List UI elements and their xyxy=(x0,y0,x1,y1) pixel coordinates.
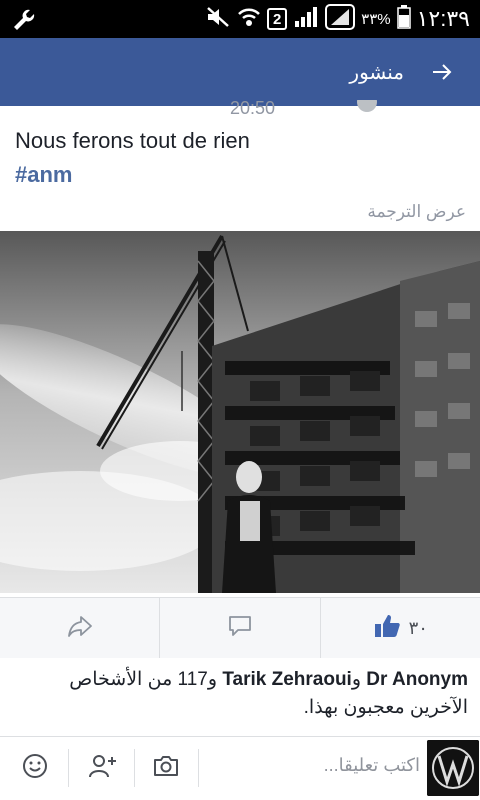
signal-outline-icon xyxy=(325,3,356,35)
wrench-icon xyxy=(8,5,36,38)
status-bar: 2 ٣٣% ١٢:٣٩ xyxy=(0,0,480,38)
like-count: ٣٠ xyxy=(408,617,428,638)
comment-button[interactable] xyxy=(160,598,321,658)
battery-icon xyxy=(396,4,411,34)
wifi-icon xyxy=(237,5,261,34)
emoji-icon[interactable] xyxy=(22,753,48,784)
arrow-right-icon[interactable] xyxy=(430,60,454,89)
globe-icon xyxy=(356,92,378,119)
comment-input[interactable] xyxy=(230,755,420,776)
likes-summary[interactable]: Dr Anonym وTarik Zehraoui و117 من الأشخا… xyxy=(0,658,480,732)
separator xyxy=(134,749,135,787)
separator xyxy=(68,749,69,787)
page-title: منشور xyxy=(349,62,404,84)
see-translation-link[interactable]: عرض الترجمة xyxy=(367,202,466,222)
camera-icon[interactable] xyxy=(152,753,180,784)
post-actions: ٣٠ xyxy=(0,598,480,658)
likes-connector: و xyxy=(351,669,362,690)
like-icon xyxy=(373,613,401,644)
post-text: Nous ferons tout de rien xyxy=(15,128,250,153)
like-button[interactable]: ٣٠ xyxy=(321,598,480,658)
post-timestamp: 20:50 xyxy=(230,98,276,118)
comment-icon xyxy=(227,613,253,644)
facebook-post-screen: 2 ٣٣% ١٢:٣٩ منشور 20:50 Nous ferons tout… xyxy=(0,0,480,800)
share-icon xyxy=(67,614,93,643)
clock: ١٢:٣٩ xyxy=(416,6,470,31)
battery-percent: ٣٣% xyxy=(361,11,391,28)
comment-composer xyxy=(0,736,480,800)
hashtag-link[interactable]: #anm xyxy=(15,162,72,188)
avatar-icon xyxy=(427,740,479,796)
mute-icon xyxy=(205,5,231,34)
separator xyxy=(198,749,199,787)
sim-slot-badge: 2 xyxy=(267,8,288,30)
post-photo[interactable] xyxy=(0,231,480,593)
share-button[interactable] xyxy=(0,598,161,658)
liker-name[interactable]: Tarik Zehraoui xyxy=(222,669,352,690)
liker-name[interactable]: Dr Anonym xyxy=(366,669,468,690)
add-friend-icon[interactable] xyxy=(88,753,118,784)
header-bar: منشور xyxy=(0,38,480,106)
post-body: 20:50 Nous ferons tout de rien #anm عرض … xyxy=(0,92,480,230)
signal-icon xyxy=(293,5,319,34)
